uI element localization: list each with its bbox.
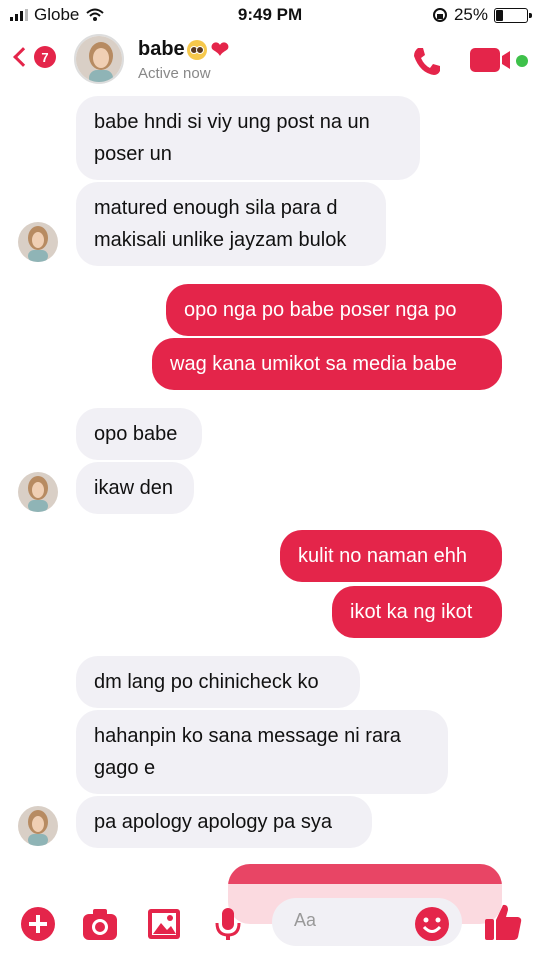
message-sent[interactable]: wag kana umikot sa media babe: [152, 338, 502, 390]
message-received[interactable]: ikaw den: [76, 462, 194, 514]
plus-icon[interactable]: [20, 906, 56, 942]
message-received[interactable]: matured enough sila para d makisali unli…: [76, 182, 386, 266]
contact-name-row[interactable]: babe ❤: [138, 38, 229, 61]
image-icon[interactable]: [146, 906, 182, 942]
message-sent[interactable]: ikot ka ng ikot: [332, 586, 502, 638]
contact-avatar[interactable]: [74, 34, 124, 84]
microphone-icon[interactable]: [210, 906, 246, 942]
message-input-placeholder: Aa: [294, 910, 317, 930]
red-heart-emoji-icon: ❤: [210, 36, 230, 62]
like-icon[interactable]: [484, 902, 522, 942]
contact-avatar-small[interactable]: [18, 472, 58, 512]
conversation-header: 7 babe ❤ Active now: [0, 30, 540, 92]
message-received[interactable]: opo babe: [76, 408, 202, 460]
emoji-icon[interactable]: [414, 906, 450, 942]
contact-avatar-small[interactable]: [18, 222, 58, 262]
contact-avatar-small[interactable]: [18, 806, 58, 846]
status-bar: Globe 9:49 PM 25%: [0, 0, 540, 30]
unread-count-badge: 7: [34, 46, 56, 68]
message-received[interactable]: pa apology apology pa sya: [76, 796, 372, 848]
battery-icon: [494, 7, 532, 23]
active-status: Active now: [138, 65, 211, 82]
chevron-left-icon: [13, 47, 33, 67]
orientation-lock-icon: [432, 8, 447, 22]
message-sent[interactable]: opo nga po babe poser nga po: [166, 284, 502, 336]
message-sent[interactable]: kulit no naman ehh: [280, 530, 502, 582]
message-received[interactable]: babe hndi si viy ung post na un poser un: [76, 96, 420, 180]
back-button[interactable]: 7: [10, 46, 56, 68]
message-received[interactable]: dm lang po chinicheck ko: [76, 656, 360, 708]
battery-percent: 25%: [453, 5, 488, 24]
pleading-face-emoji-icon: [186, 39, 207, 60]
battery-group: 25%: [432, 5, 532, 25]
phone-call-icon[interactable]: [410, 44, 444, 78]
contact-name: babe: [138, 38, 185, 60]
video-call-icon[interactable]: [470, 46, 530, 76]
camera-icon[interactable]: [82, 906, 118, 942]
message-received[interactable]: hahanpin ko sana message ni rara gago e: [76, 710, 448, 794]
